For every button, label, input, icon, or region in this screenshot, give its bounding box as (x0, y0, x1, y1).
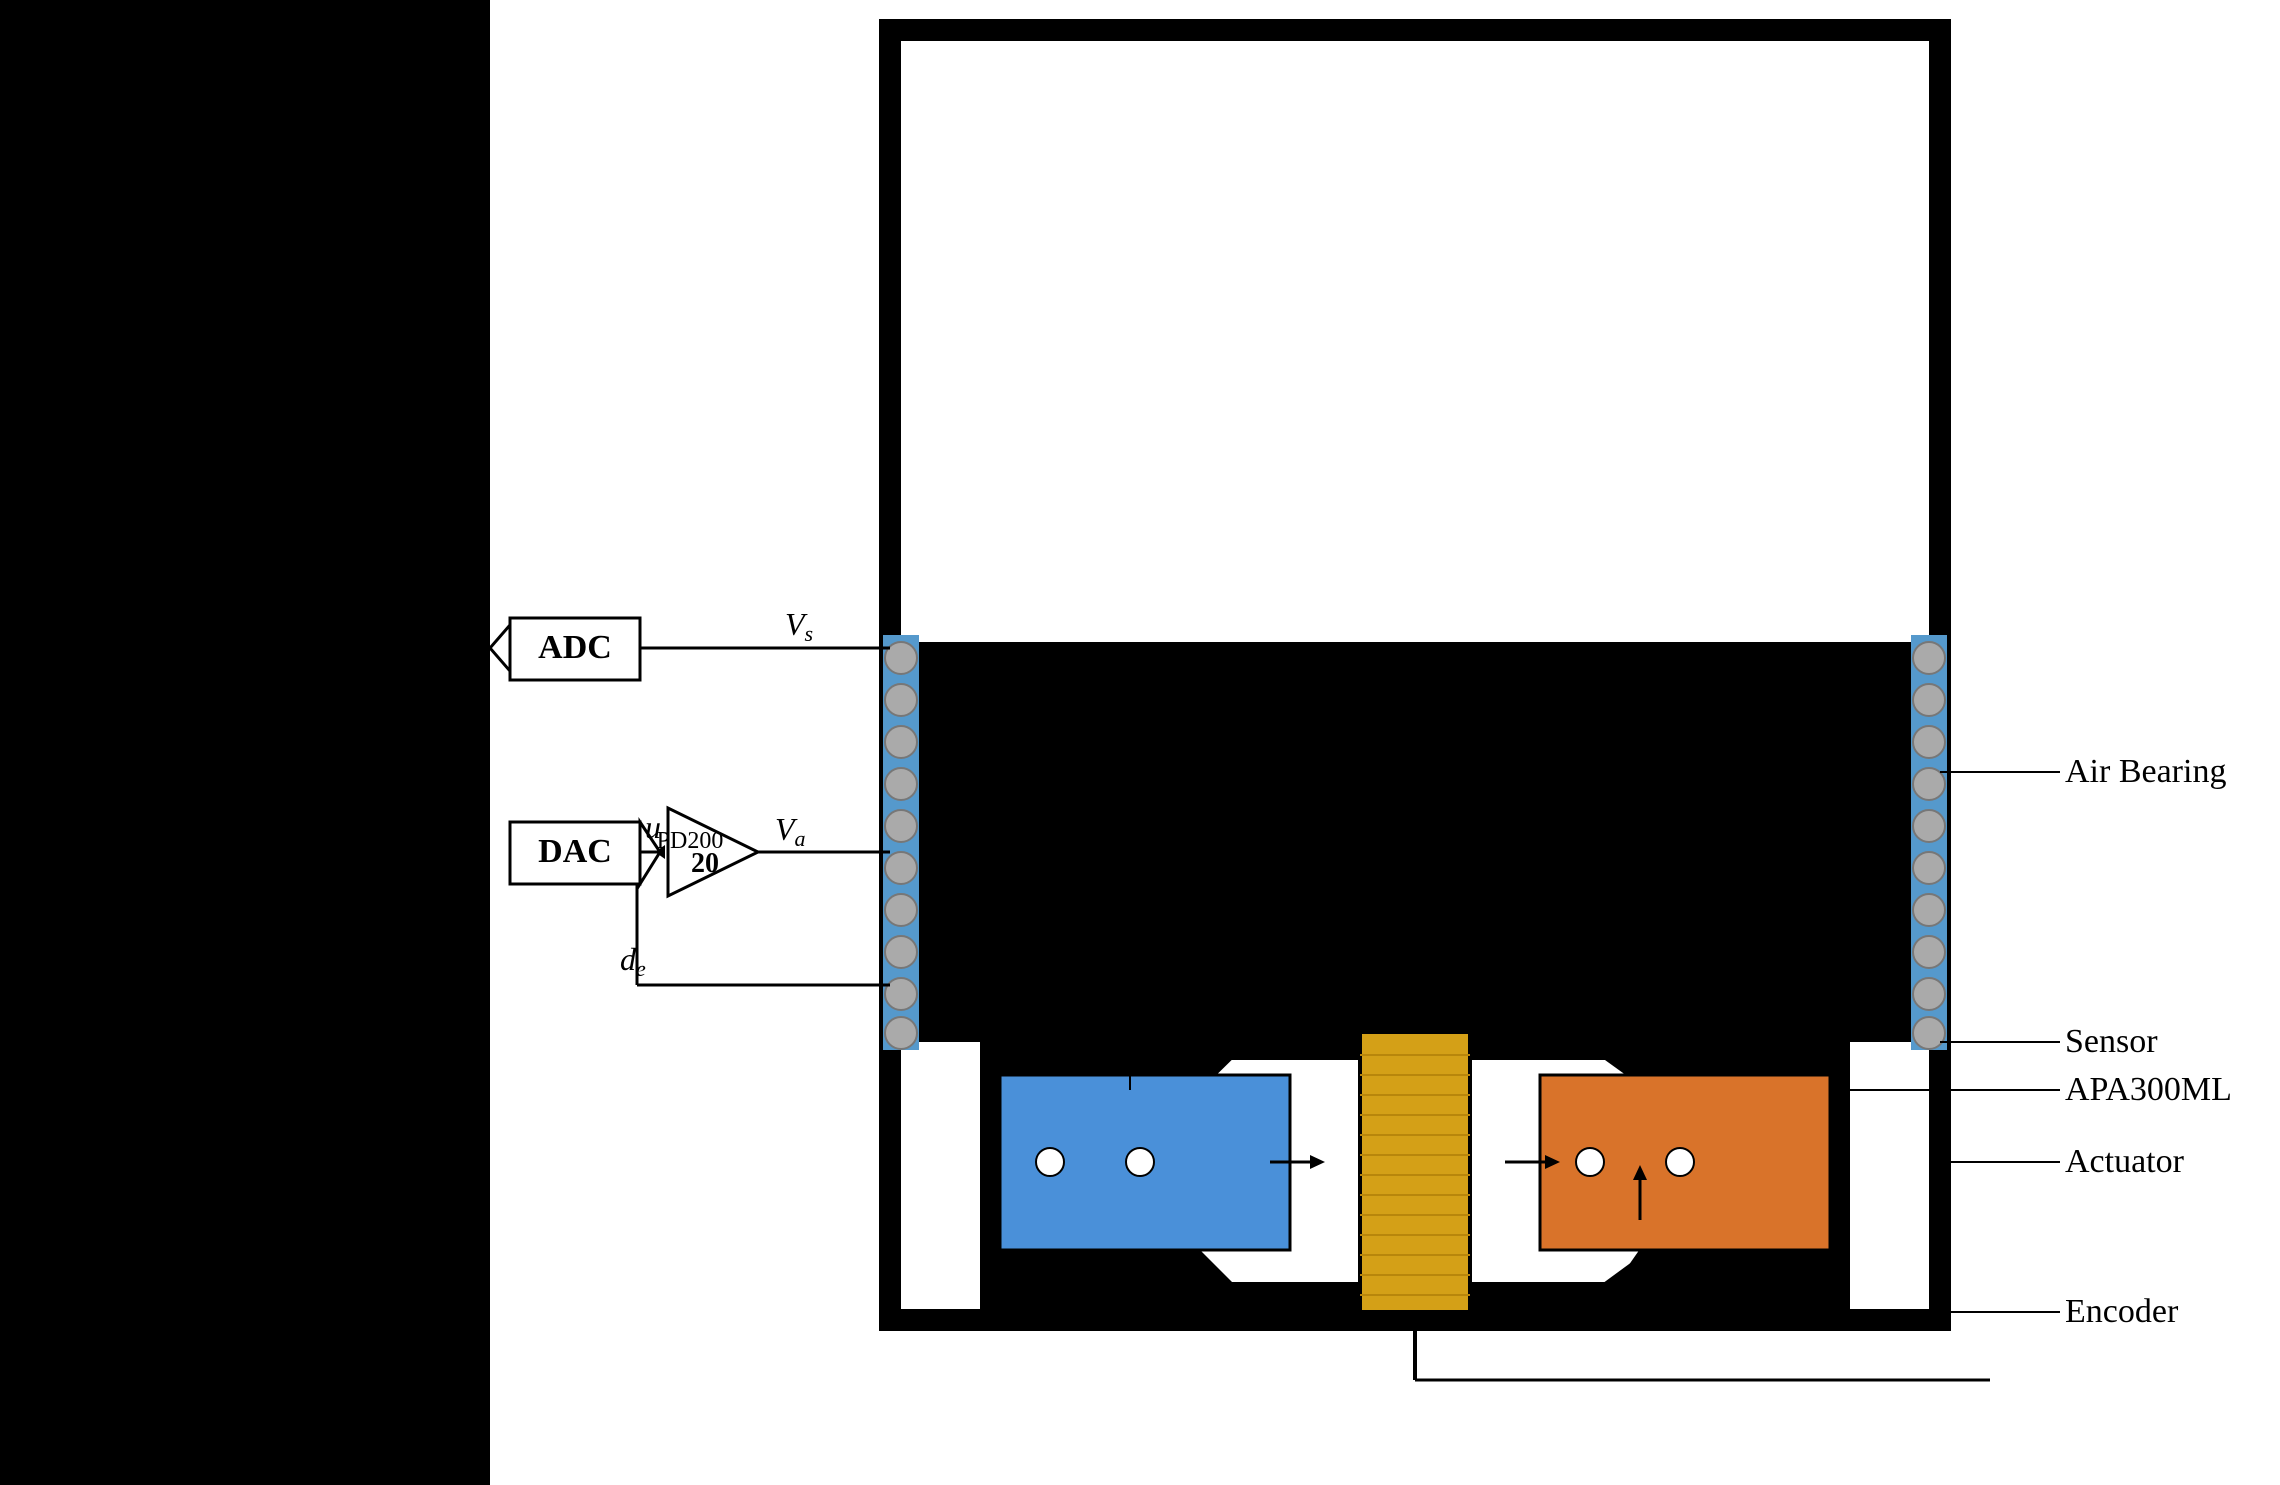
dac-label: DAC (538, 833, 612, 870)
adc-label: ADC (538, 629, 612, 666)
de-label: de (620, 941, 646, 981)
gain-label: 20 (691, 848, 719, 879)
left-panel (0, 0, 490, 1485)
encoder-label: Encoder (2065, 1293, 2179, 1330)
sensor-label: Sensor (2065, 1023, 2158, 1060)
apa300ml-label: APA300ML (2065, 1071, 2232, 1108)
diagram-area: ADC DAC PD200 20 Vs Va u de Air Bearing (490, 0, 2280, 1485)
air-bearing-label: Air Bearing (2065, 753, 2226, 790)
u-label: u (645, 809, 661, 845)
actuator-label: Actuator (2065, 1143, 2185, 1180)
main-diagram-svg: ADC DAC PD200 20 Vs Va u de Air Bearing (490, 0, 2280, 1485)
va-label: Va (775, 811, 806, 851)
vs-label: Vs (785, 606, 813, 646)
